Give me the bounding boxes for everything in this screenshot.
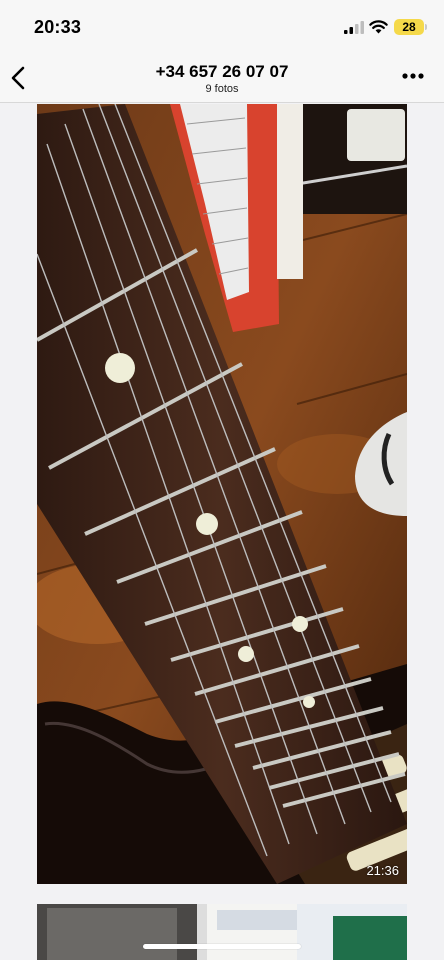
photo-next-thumbnail[interactable] [37,904,407,960]
photo-timestamp: 21:36 [366,863,399,878]
nav-header: +34 657 26 07 07 9 fotos [0,54,444,103]
photo-count: 9 fotos [205,83,239,95]
contact-title[interactable]: +34 657 26 07 07 [0,62,444,82]
wifi-icon [369,20,388,34]
battery-indicator: 28 [394,19,424,35]
status-bar: 20:33 28 [0,0,444,54]
more-options-icon[interactable] [400,72,426,80]
battery-tip [425,24,427,30]
home-indicator[interactable] [143,944,301,949]
cellular-signal-icon [344,21,364,34]
photo-guitar-fretboard[interactable]: 21:36 [37,104,407,884]
status-time: 20:33 [34,17,82,37]
